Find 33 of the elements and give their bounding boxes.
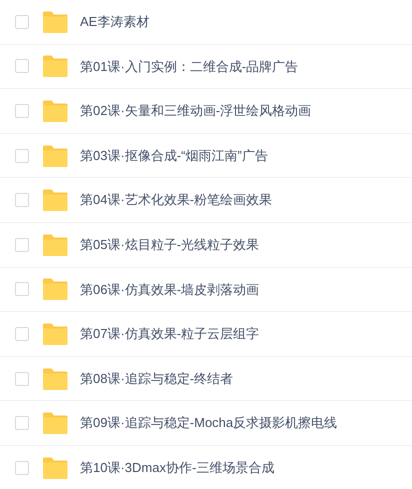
checkbox[interactable] [15, 372, 29, 386]
folder-name[interactable]: 第04课·艺术化效果-粉笔绘画效果 [80, 190, 272, 210]
folder-name[interactable]: 第02课·矢量和三维动画-浮世绘风格动画 [80, 101, 312, 121]
folder-name[interactable]: 第06课·仿真效果-墙皮剥落动画 [80, 280, 260, 300]
folder-icon [42, 234, 68, 256]
folder-name[interactable]: AE李涛素材 [80, 12, 150, 32]
folder-icon [42, 368, 68, 390]
folder-icon [42, 278, 68, 300]
folder-name[interactable]: 第09课·追踪与稳定-Mocha反求摄影机擦电线 [80, 413, 338, 433]
checkbox[interactable] [15, 193, 29, 208]
folder-icon [42, 456, 68, 479]
checkbox[interactable] [15, 282, 29, 296]
folder-icon [42, 144, 68, 167]
folder-name[interactable]: 第10课·3Dmax协作-三维场景合成 [80, 458, 274, 478]
checkbox[interactable] [15, 238, 29, 252]
folder-icon [42, 100, 68, 122]
folder-icon [42, 189, 68, 212]
folder-icon [42, 10, 68, 33]
checkbox[interactable] [15, 460, 29, 475]
folder-icon [42, 412, 68, 434]
folder-icon [42, 322, 68, 345]
folder-name[interactable]: 第07课·仿真效果-粒子云层组字 [80, 324, 260, 344]
checkbox[interactable] [15, 104, 29, 118]
folder-name[interactable]: 第03课·抠像合成-“烟雨江南”广告 [80, 146, 268, 166]
checkbox[interactable] [15, 14, 29, 29]
checkbox[interactable] [15, 59, 29, 74]
checkbox[interactable] [15, 326, 29, 341]
checkbox[interactable] [15, 148, 29, 163]
folder-name[interactable]: 第08课·追踪与稳定-终结者 [80, 368, 234, 388]
folder-name[interactable]: 第05课·炫目粒子-光线粒子效果 [80, 235, 260, 255]
checkbox[interactable] [15, 416, 29, 430]
folder-name[interactable]: 第01课·入门实例：二维合成-品牌广告 [80, 56, 298, 76]
folder-icon [42, 55, 68, 78]
